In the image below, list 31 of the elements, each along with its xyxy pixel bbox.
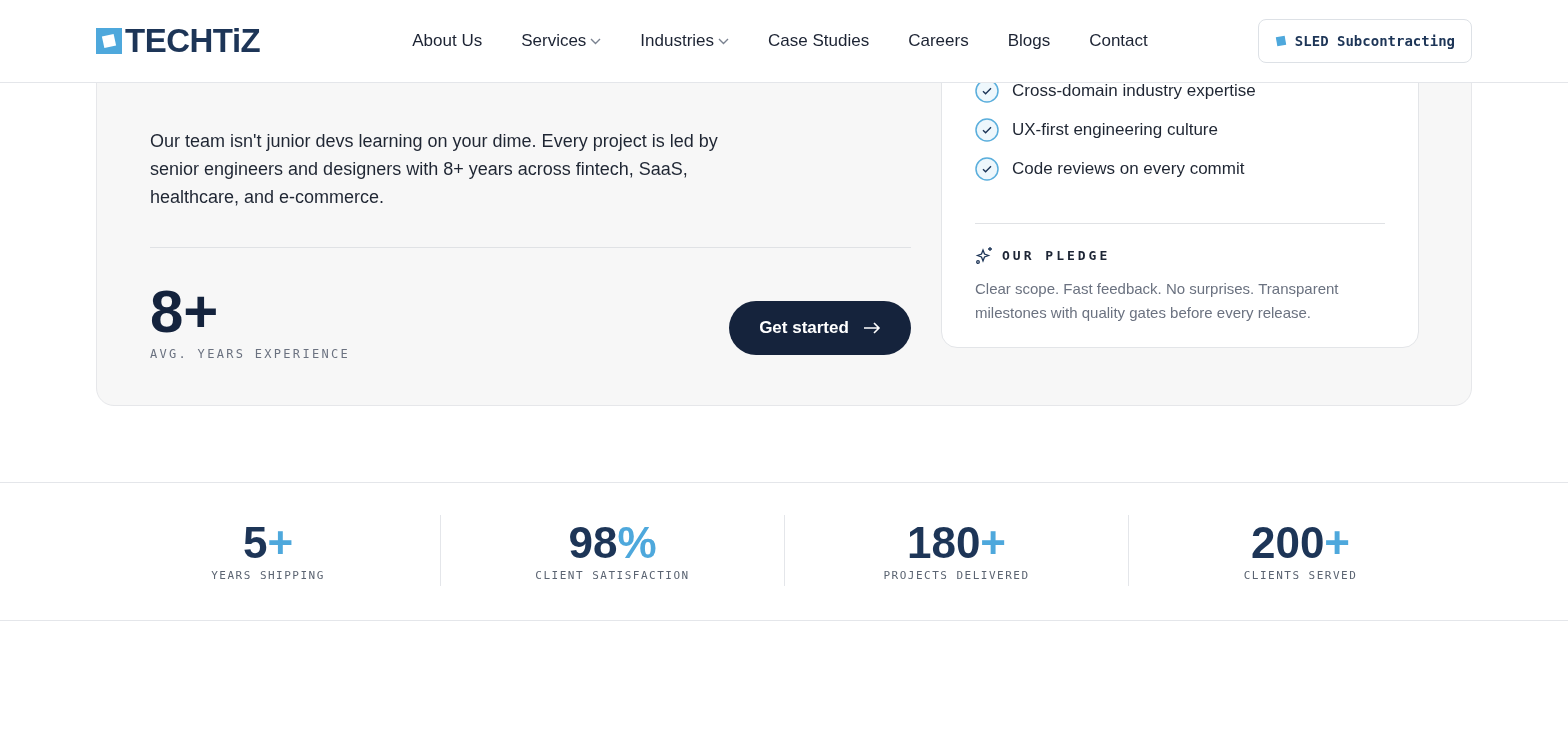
nav-link[interactable]: About Us bbox=[412, 31, 483, 51]
stat-caption: YEARS SHIPPING bbox=[211, 569, 325, 582]
feature-text: Cross-domain industry expertise bbox=[1012, 81, 1256, 101]
check-circle-icon bbox=[975, 118, 999, 142]
arrow-right-icon bbox=[862, 321, 881, 334]
logo-text[interactable]: TECHTiZ bbox=[125, 22, 261, 60]
stat-caption: CLIENT SATISFACTION bbox=[535, 569, 690, 582]
stat-label: AVG. YEARS EXPERIENCE bbox=[150, 347, 351, 361]
nav-link[interactable]: Contact bbox=[1089, 31, 1148, 51]
stat-number: 180+ bbox=[906, 519, 1007, 567]
stat-number: 5+ bbox=[242, 519, 294, 567]
stat-caption: CLIENTS SERVED bbox=[1243, 569, 1358, 582]
feature-text: UX-first engineering culture bbox=[1012, 120, 1218, 140]
stat-number: 98% bbox=[568, 519, 657, 567]
nav-link[interactable]: Services bbox=[521, 31, 602, 51]
get-started-button[interactable]: Get started bbox=[729, 300, 911, 355]
pledge-text: Clear scope. Fast feedback. No surprises. Transparent milestones with quality gates before every release. bbox=[975, 279, 1340, 323]
stat-number: 200+ bbox=[1250, 519, 1351, 567]
stat-caption: PROJECTS DELIVERED bbox=[883, 569, 1030, 582]
check-circle-icon bbox=[975, 157, 999, 181]
sparkle-icon bbox=[975, 246, 994, 265]
pledge-title: OUR PLEDGE bbox=[1002, 248, 1111, 263]
logo-icon bbox=[96, 28, 122, 54]
nav-link[interactable]: Industries bbox=[640, 31, 730, 51]
description-text: Our team isn't junior devs learning on your dime. Every project is led by senior engineers and designers with 8+ years across fintech, SaaS, healthcare, and e-commerce. bbox=[150, 130, 719, 209]
nav-link[interactable]: Blogs bbox=[1007, 31, 1051, 51]
nav-link[interactable]: Case Studies bbox=[768, 31, 870, 51]
nav-link[interactable]: Careers bbox=[908, 31, 969, 51]
sled-subcontracting-button[interactable]: SLED Subcontracting bbox=[1257, 19, 1472, 63]
stat-value: 8+ bbox=[150, 282, 220, 342]
feature-text: Code reviews on every commit bbox=[1012, 159, 1245, 179]
